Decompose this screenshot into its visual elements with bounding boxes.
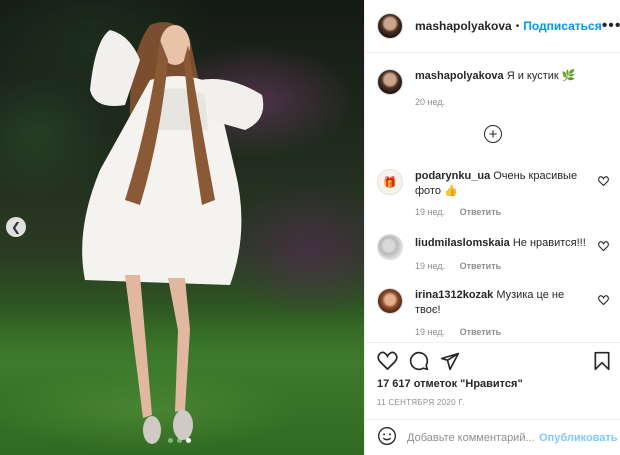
reply-button[interactable]: Ответить — [460, 261, 502, 271]
comment-meta: 19 нед. Ответить — [415, 327, 501, 337]
heart-icon[interactable] — [377, 351, 398, 375]
comment-username[interactable]: irina1312kozak — [415, 289, 493, 301]
author-avatar[interactable] — [377, 13, 403, 39]
plus-circle-icon[interactable]: + — [484, 125, 502, 143]
comment-username[interactable]: liudmilaslomskaia — [415, 237, 510, 249]
post-caption: mashapolyakova Я и кустик 🌿 20 нед. — [377, 69, 576, 107]
carousel-dot-active — [186, 438, 191, 443]
gift-icon: 🎁 — [383, 176, 397, 189]
follow-button[interactable]: Подписаться — [523, 19, 601, 33]
post-header: mashapolyakova • Подписаться ••• — [365, 0, 620, 53]
post-photo[interactable]: ❮ — [0, 0, 364, 455]
comments-list: mashapolyakova Я и кустик 🌿 20 нед. + 🎁 … — [365, 53, 620, 342]
caption-username[interactable]: mashapolyakova — [415, 70, 504, 82]
carousel-dot — [177, 438, 182, 443]
post-actions: 17 617 отметок "Нравится" 11 СЕНТЯБРЯ 20… — [365, 342, 620, 455]
commenter-avatar[interactable]: 🎁 — [377, 169, 403, 195]
separator-dot: • — [515, 20, 520, 32]
action-icons-row — [377, 351, 611, 375]
commenter-avatar[interactable] — [377, 288, 403, 314]
comment-like-heart-icon[interactable] — [598, 173, 609, 191]
comment-text-block: liudmilaslomskaia Не нравится!!! — [415, 236, 587, 251]
more-horizontal-icon[interactable]: ••• — [602, 17, 620, 35]
reply-button[interactable]: Ответить — [460, 327, 502, 337]
post-comment-button[interactable]: Опубликовать — [539, 432, 618, 444]
caption-emoji: 🌿 — [561, 70, 576, 82]
emoji-icon[interactable] — [377, 426, 397, 451]
comment-meta: 19 нед. Ответить — [415, 207, 501, 217]
comment-text: Не нравится!!! — [512, 237, 586, 249]
woman-figure-illustration — [82, 22, 264, 444]
comment-username[interactable]: podarynku_ua — [415, 170, 490, 182]
post-side-panel: mashapolyakova • Подписаться ••• mashapo… — [364, 0, 620, 455]
comment-meta: 19 нед. Ответить — [415, 261, 501, 271]
carousel-dot — [168, 438, 173, 443]
carousel-prev-button[interactable]: ❮ — [6, 217, 26, 237]
caption-body: mashapolyakova Я и кустик 🌿 — [415, 69, 576, 95]
comment-input[interactable] — [407, 432, 539, 444]
post-date[interactable]: 11 СЕНТЯБРЯ 2020 Г. — [377, 398, 465, 407]
add-comment-bar: Опубликовать — [365, 419, 620, 455]
commenter-avatar[interactable] — [377, 234, 403, 260]
comment-time[interactable]: 19 нед. — [415, 207, 445, 217]
comment-time[interactable]: 19 нед. — [415, 261, 445, 271]
caption-time[interactable]: 20 нед. — [415, 97, 445, 107]
comment-like-heart-icon[interactable] — [598, 238, 609, 256]
comment-time[interactable]: 19 нед. — [415, 327, 445, 337]
comment-like-heart-icon[interactable] — [598, 292, 609, 310]
comment-text-block: podarynku_ua Очень красивые фото 👍 — [415, 169, 587, 199]
comment-icon[interactable] — [409, 351, 429, 376]
share-icon[interactable] — [440, 351, 460, 376]
caption-avatar[interactable] — [377, 69, 403, 95]
reply-button[interactable]: Ответить — [460, 207, 502, 217]
caption-text: Я и кустик — [506, 70, 559, 82]
comment-text-block: irina1312kozak Музика це не твоє! — [415, 288, 587, 318]
likes-count[interactable]: 17 617 отметок "Нравится" — [377, 378, 523, 390]
carousel-dots — [168, 438, 191, 443]
author-username[interactable]: mashapolyakova — [415, 19, 512, 33]
bookmark-icon[interactable] — [593, 351, 611, 376]
